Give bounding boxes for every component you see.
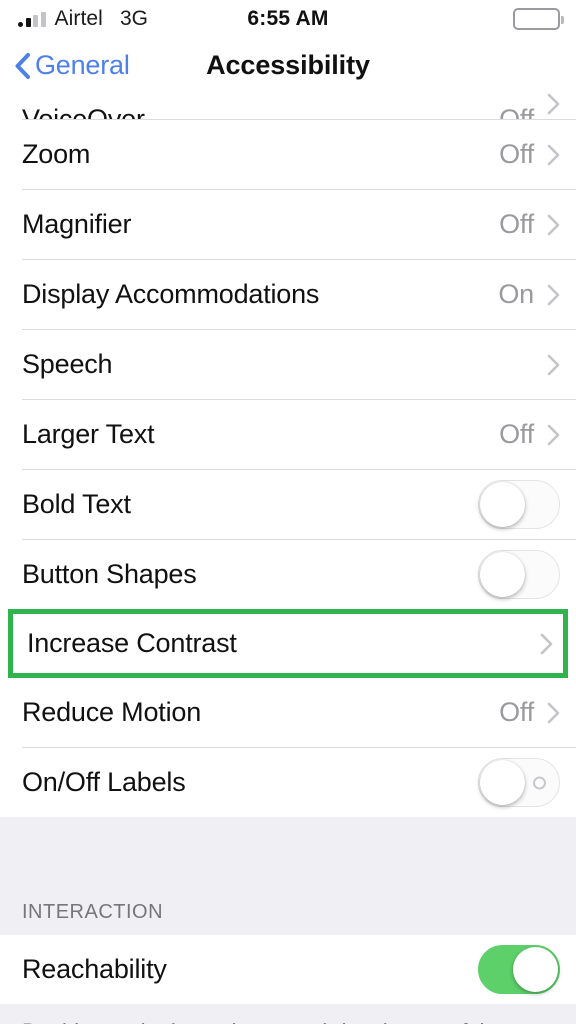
settings-row-control: Off	[499, 93, 560, 119]
settings-row-control: Off	[499, 697, 560, 728]
settings-row-control: Off	[499, 419, 560, 450]
settings-row-control	[547, 354, 560, 376]
toggle-switch[interactable]	[478, 758, 560, 807]
toggle-switch[interactable]	[478, 550, 560, 599]
toggle-knob	[513, 947, 558, 992]
chevron-right-icon	[547, 214, 560, 235]
settings-row-control	[478, 480, 560, 529]
back-button[interactable]: General	[14, 50, 130, 81]
section-gap	[0, 817, 576, 901]
navigation-bar: General Accessibility	[0, 38, 576, 93]
settings-row-value: On	[498, 279, 534, 309]
settings-row-label: VoiceOver	[22, 104, 145, 119]
interaction-settings-group: Reachability	[0, 935, 576, 1004]
battery-icon	[513, 8, 564, 30]
status-bar: Airtel 3G 6:55 AM	[0, 0, 576, 38]
settings-row-increase-contrast[interactable]: Increase Contrast	[8, 609, 568, 678]
chevron-right-icon	[547, 284, 560, 305]
chevron-right-icon	[540, 633, 553, 654]
chevron-left-icon	[15, 52, 30, 79]
settings-row-control: Off	[499, 139, 560, 170]
settings-row-label: Speech	[22, 349, 113, 379]
status-bar-right	[513, 0, 564, 38]
settings-row-display-accommodations[interactable]: Display Accommodations On	[0, 260, 576, 329]
interaction-footer: Double-tap the home button to bring the …	[0, 1004, 576, 1024]
settings-row-speech[interactable]: Speech	[0, 330, 576, 399]
settings-row-value: Off	[499, 419, 534, 449]
settings-row-control: Off	[499, 209, 560, 240]
chevron-right-icon	[547, 93, 560, 114]
chevron-right-icon	[547, 702, 560, 723]
settings-row-larger-text[interactable]: Larger Text Off	[0, 400, 576, 469]
settings-row-value: Off	[499, 104, 534, 119]
settings-row-magnifier[interactable]: Magnifier Off	[0, 190, 576, 259]
settings-row-control: On	[498, 279, 560, 310]
toggle-knob	[480, 552, 525, 597]
toggle-switch[interactable]	[478, 480, 560, 529]
back-button-label: General	[35, 50, 130, 80]
settings-row-control	[540, 633, 553, 655]
watermark: wsxdn.com	[475, 1021, 562, 1024]
settings-row-label: Larger Text	[22, 419, 155, 449]
settings-row-value: Off	[499, 209, 534, 239]
settings-row-value: Off	[499, 697, 534, 727]
settings-row-label: Bold Text	[22, 489, 131, 519]
toggle-switch[interactable]	[478, 945, 560, 994]
chevron-right-icon	[547, 354, 560, 375]
settings-row-reduce-motion[interactable]: Reduce Motion Off	[0, 678, 576, 747]
settings-row-label: Button Shapes	[22, 559, 197, 589]
settings-row-label: On/Off Labels	[22, 767, 186, 797]
settings-row-control	[478, 550, 560, 599]
settings-row-label: Zoom	[22, 139, 91, 169]
settings-row-voiceover[interactable]: VoiceOver Off	[0, 93, 576, 119]
settings-row-control	[478, 758, 560, 807]
chevron-right-icon	[547, 144, 560, 165]
settings-row-on-off-labels[interactable]: On/Off Labels	[0, 748, 576, 817]
settings-row-label: Magnifier	[22, 209, 132, 239]
settings-row-zoom[interactable]: Zoom Off	[0, 120, 576, 189]
interaction-section-header: INTERACTION	[0, 901, 576, 935]
settings-row-label: Reachability	[22, 954, 167, 984]
iphone-screen: Airtel 3G 6:55 AM General Accessibility …	[0, 0, 576, 1024]
toggle-off-label-icon	[533, 776, 546, 789]
settings-row-label: Increase Contrast	[27, 628, 237, 658]
settings-row-control	[478, 945, 560, 994]
settings-row-label: Display Accommodations	[22, 279, 320, 309]
settings-row-button-shapes[interactable]: Button Shapes	[0, 540, 576, 609]
settings-row-label: Reduce Motion	[22, 697, 202, 727]
settings-row-value: Off	[499, 139, 534, 169]
settings-row-bold-text[interactable]: Bold Text	[0, 470, 576, 539]
toggle-knob	[480, 482, 525, 527]
vision-settings-group: VoiceOver Off Zoom Off Magnifier Off Display A…	[0, 93, 576, 817]
chevron-right-icon	[547, 424, 560, 445]
toggle-knob	[480, 760, 525, 805]
settings-row-reachability[interactable]: Reachability	[0, 935, 576, 1004]
status-bar-clock: 6:55 AM	[247, 7, 329, 30]
